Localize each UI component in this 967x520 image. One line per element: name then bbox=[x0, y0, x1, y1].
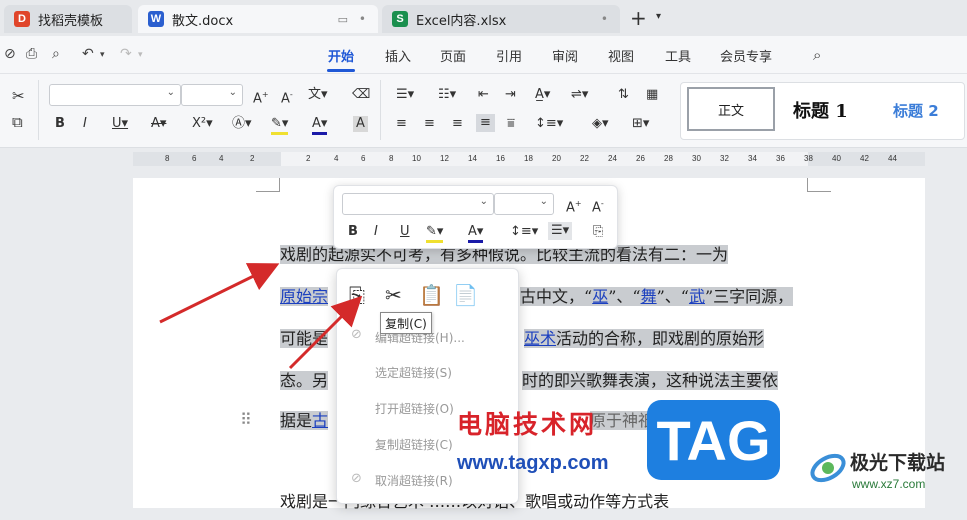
aurora-logo-icon bbox=[810, 453, 846, 483]
arrow-to-selection bbox=[159, 263, 280, 324]
arrow-to-copy bbox=[288, 295, 363, 370]
watermark-logo-text: TAG bbox=[656, 408, 771, 472]
watermark-text: 电脑技术网 bbox=[457, 410, 598, 439]
watermark-logo: TAG bbox=[647, 400, 780, 480]
watermark-url: www.tagxp.com bbox=[457, 452, 609, 474]
watermark-site-url: www.xz7.com bbox=[852, 477, 926, 491]
watermark-site: 极光下载站 bbox=[850, 452, 946, 474]
